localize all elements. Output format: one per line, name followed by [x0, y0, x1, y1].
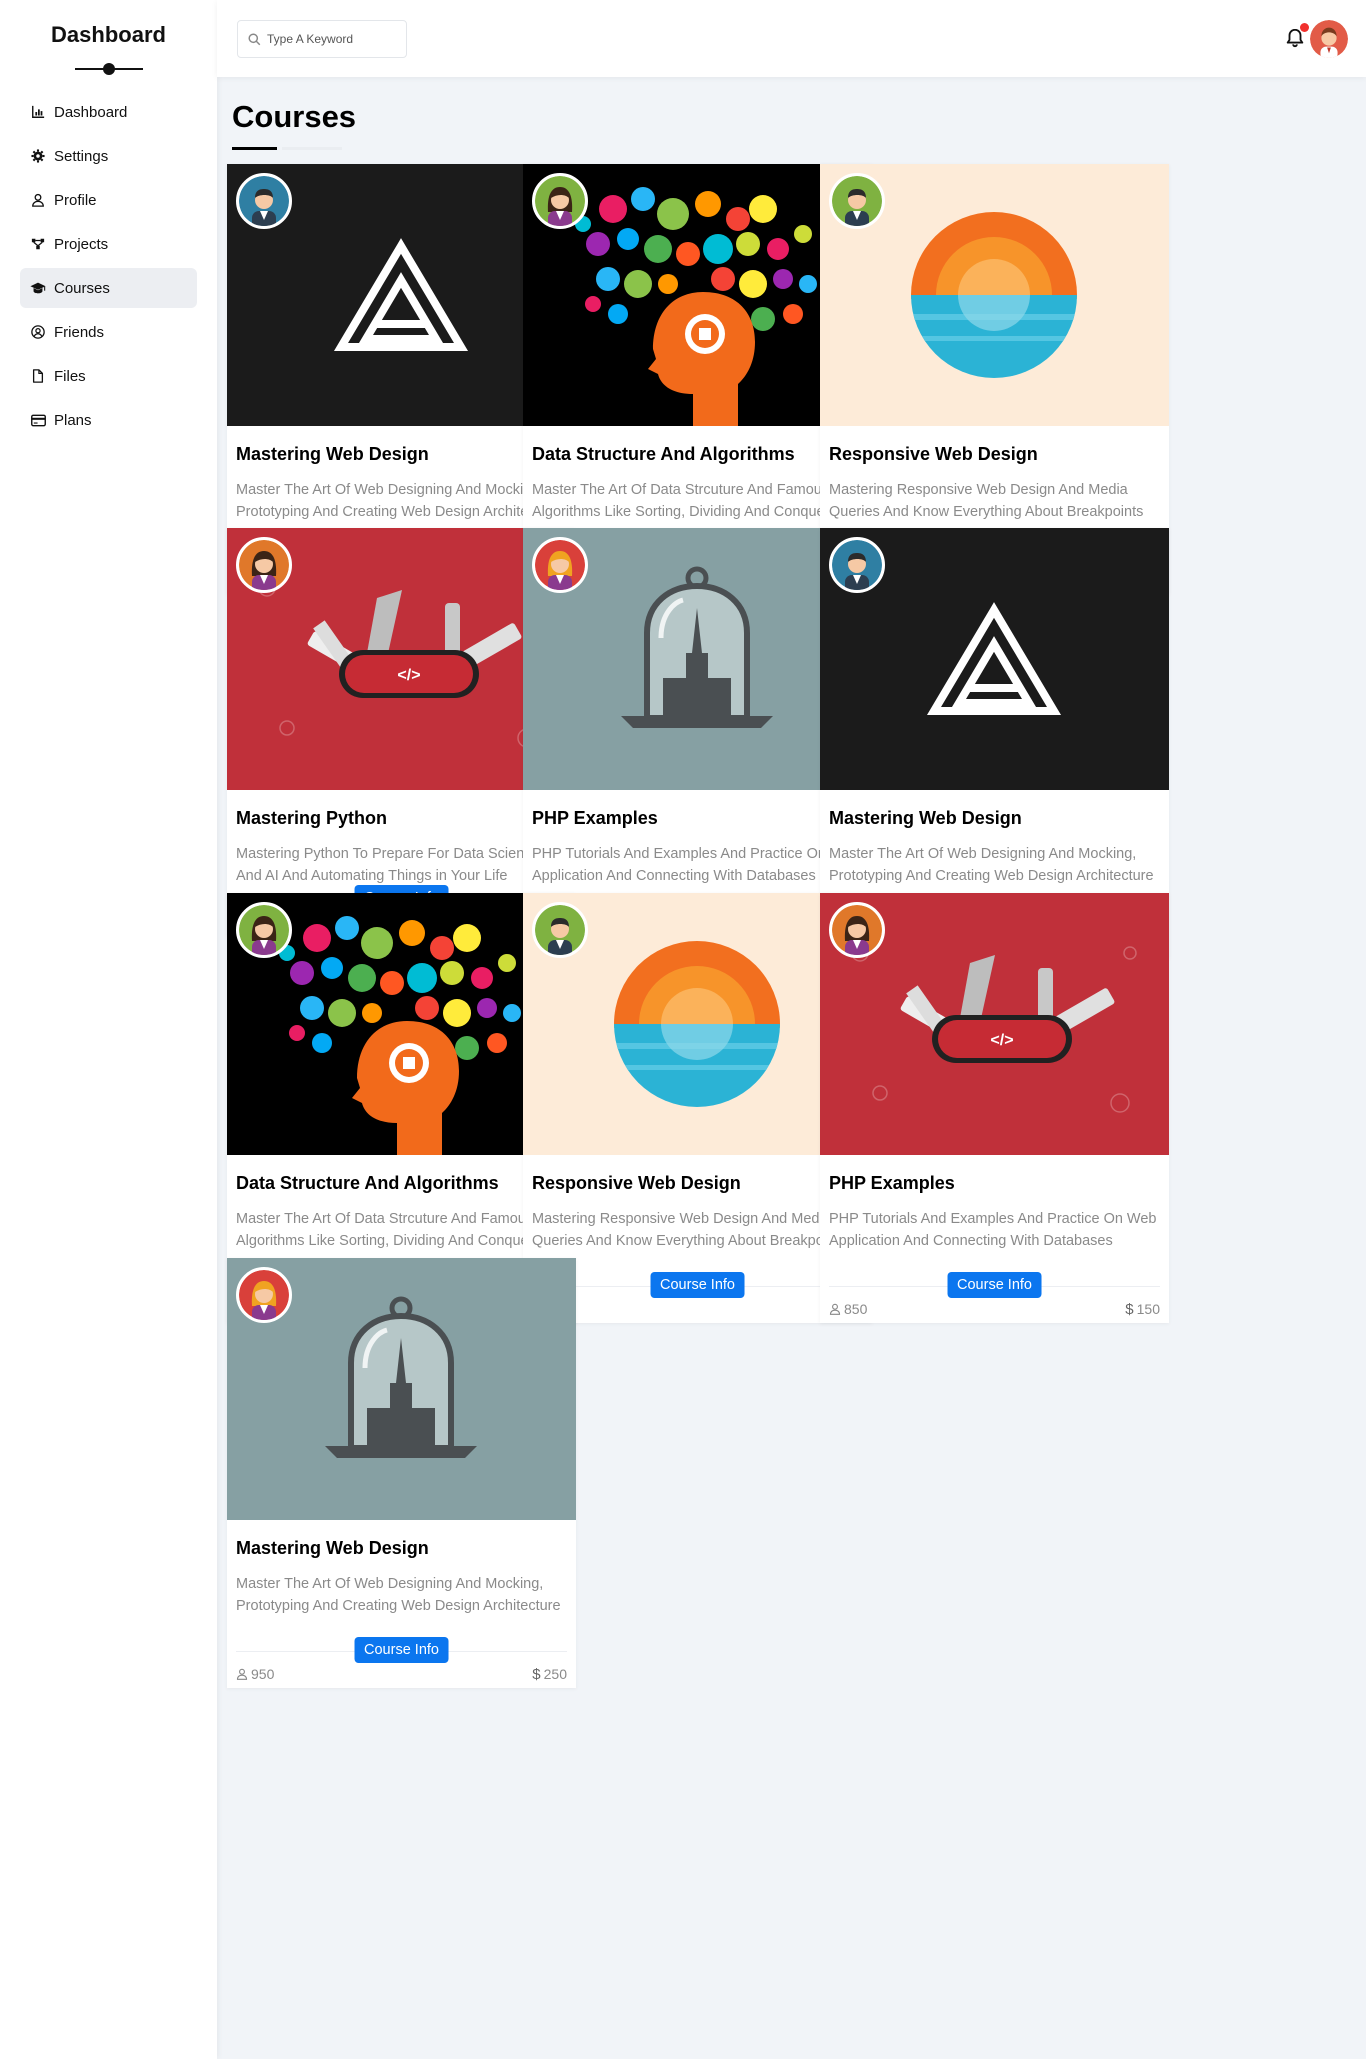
sidebar-item-settings[interactable]: Settings [20, 136, 197, 176]
instructor-avatar [532, 537, 588, 593]
course-title: Data Structure And Algorithms [532, 444, 795, 464]
brand-title: Dashboard [51, 22, 166, 47]
instructor-avatar [236, 1267, 292, 1323]
course-card[interactable]: Mastering Web Design Master The Art Of We… [227, 1258, 576, 1688]
course-title: PHP Examples [829, 1173, 955, 1193]
search-icon [248, 32, 261, 45]
instructor-avatar [532, 173, 588, 229]
students-count: 950 [236, 1666, 274, 1682]
course-title: Mastering Web Design [236, 1538, 429, 1558]
course-image [820, 164, 1169, 426]
svg-text:</>: </> [397, 667, 420, 684]
instructor-avatar [829, 537, 885, 593]
user-avatar[interactable] [1310, 20, 1348, 58]
sidebar-nav: Dashboard Settings Profile Projects Courses F… [0, 92, 217, 440]
file-icon [30, 368, 46, 384]
sidebar-item-label: Plans [54, 411, 92, 429]
sidebar-item-dashboard[interactable]: Dashboard [20, 92, 197, 132]
sidebar-item-label: Dashboard [54, 103, 128, 121]
dollar-icon: $ [1125, 1300, 1134, 1318]
graduation-cap-icon [30, 280, 46, 296]
instructor-avatar [236, 902, 292, 958]
diagram-icon [30, 236, 46, 252]
instructor-avatar [532, 902, 588, 958]
notification-badge [1300, 23, 1309, 32]
user-circle-icon [30, 324, 46, 340]
dollar-icon: $ [532, 1665, 541, 1683]
sidebar-item-label: Files [54, 367, 86, 385]
course-title: Mastering Web Design [236, 444, 429, 464]
search-input[interactable] [267, 32, 397, 46]
title-underline [232, 147, 342, 150]
sidebar-item-friends[interactable]: Friends [20, 312, 197, 352]
course-description: Master The Art Of Web Designing And Mock… [236, 1576, 561, 1614]
course-info-button[interactable]: Course Info [354, 1637, 449, 1663]
sidebar-item-label: Settings [54, 147, 109, 165]
course-card[interactable]: </> PHP Examples PHP Tutorials And Example… [820, 893, 1169, 1323]
user-icon [30, 192, 46, 208]
card-divider: Course Info [532, 1272, 863, 1298]
page-title: Courses [232, 99, 357, 134]
user-icon [829, 1303, 841, 1315]
course-info-button[interactable]: Course Info [650, 1272, 745, 1298]
sidebar-item-courses[interactable]: Courses [20, 268, 197, 308]
instructor-avatar [829, 902, 885, 958]
sidebar-item-label: Friends [54, 323, 105, 341]
price-value: 150 [1136, 1301, 1160, 1317]
sidebar-item-profile[interactable]: Profile [20, 180, 197, 220]
course-info-button[interactable]: Course Info [947, 1272, 1042, 1298]
course-title: Responsive Web Design [532, 1173, 741, 1193]
sidebar-item-files[interactable]: Files [20, 356, 197, 396]
course-description: Mastering Responsive Web Design And Medi… [532, 1211, 847, 1249]
students-value: 850 [844, 1301, 868, 1317]
students-count: 850 [829, 1301, 867, 1317]
sidebar-item-label: Profile [54, 191, 97, 209]
card-divider: Course Info [829, 1272, 1160, 1298]
chart-icon [30, 104, 46, 120]
sidebar-item-plans[interactable]: Plans [20, 400, 197, 440]
instructor-avatar [236, 537, 292, 593]
top-header [217, 0, 1366, 77]
course-title: Data Structure And Algorithms [236, 1173, 499, 1193]
course-image: </> [820, 893, 1169, 1155]
course-price: $250 [532, 1666, 567, 1683]
students-value: 950 [251, 1666, 275, 1682]
course-price: $150 [1125, 1301, 1160, 1318]
search-box[interactable] [237, 20, 407, 58]
svg-text:</>: </> [990, 1032, 1013, 1049]
user-icon [236, 1668, 248, 1680]
instructor-avatar [829, 173, 885, 229]
brand-divider [74, 63, 143, 75]
course-title: PHP Examples [532, 808, 658, 828]
credit-card-icon [30, 412, 46, 428]
price-value: 250 [543, 1666, 567, 1682]
card-divider: Course Info [236, 1637, 567, 1663]
sidebar-item-label: Courses [54, 279, 110, 297]
course-image [820, 528, 1169, 790]
course-description: PHP Tutorials And Examples And Practice … [829, 1211, 1157, 1249]
sidebar: Dashboard Dashboard Settings Profile Projec… [0, 0, 217, 2059]
gear-icon [30, 148, 46, 164]
main-content: Courses Mastering Web Design Master The A… [227, 77, 1357, 1688]
course-image [227, 1258, 576, 1520]
course-title: Mastering Web Design [829, 808, 1022, 828]
sidebar-item-projects[interactable]: Projects [20, 224, 197, 264]
sidebar-item-label: Projects [54, 235, 109, 253]
course-description: Mastering Python To Prepare For Data Sci… [236, 846, 540, 884]
instructor-avatar [236, 173, 292, 229]
course-title: Responsive Web Design [829, 444, 1038, 464]
course-title: Mastering Python [236, 808, 388, 828]
